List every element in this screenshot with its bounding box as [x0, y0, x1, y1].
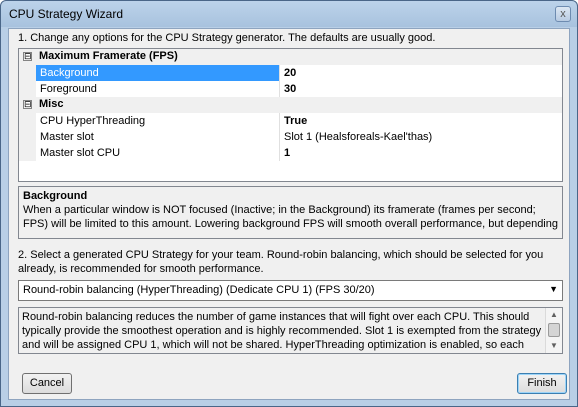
- description-scrollbar[interactable]: ▲ ▼: [545, 308, 562, 353]
- collapse-icon[interactable]: ⊟: [23, 100, 32, 109]
- window-title: CPU Strategy Wizard: [9, 7, 124, 21]
- category-maximum-framerate[interactable]: ⊟ Maximum Framerate (FPS): [19, 49, 562, 65]
- step2-instruction: 2. Select a generated CPU Strategy for y…: [18, 249, 544, 275]
- scroll-down-icon[interactable]: ▼: [546, 339, 562, 353]
- property-value[interactable]: 1: [280, 145, 562, 161]
- title-bar[interactable]: CPU Strategy Wizard x: [1, 1, 577, 28]
- help-description: When a particular window is NOT focused …: [23, 204, 558, 230]
- property-row-cpu-hyperthreading[interactable]: CPU HyperThreading True: [19, 113, 562, 129]
- property-row-foreground[interactable]: Foreground 30: [19, 81, 562, 97]
- scroll-thumb[interactable]: [548, 323, 560, 337]
- property-row-master-slot[interactable]: Master slot Slot 1 (Healsforeals-Kael'th…: [19, 129, 562, 145]
- property-grid: ⊟ Maximum Framerate (FPS) Background 20 …: [18, 48, 563, 182]
- wizard-window: CPU Strategy Wizard x 1. Change any opti…: [0, 0, 578, 407]
- strategy-description-box: Round-robin balancing reduces the number…: [18, 307, 563, 354]
- row-gutter: [19, 145, 36, 161]
- row-gutter: [19, 65, 36, 81]
- property-row-background[interactable]: Background 20: [19, 65, 562, 81]
- collapse-icon[interactable]: ⊟: [23, 52, 32, 61]
- property-name[interactable]: CPU HyperThreading: [36, 113, 279, 129]
- scroll-up-icon[interactable]: ▲: [546, 308, 562, 322]
- property-value[interactable]: 20: [280, 65, 562, 81]
- dropdown-arrow-icon[interactable]: ▼: [549, 284, 558, 294]
- property-value[interactable]: Slot 1 (Healsforeals-Kael'thas): [280, 129, 562, 145]
- help-title: Background: [23, 190, 88, 202]
- category-label: Misc: [39, 98, 64, 110]
- strategy-description: Round-robin balancing reduces the number…: [22, 311, 542, 351]
- property-name[interactable]: Master slot CPU: [36, 145, 279, 161]
- cancel-button[interactable]: Cancel: [22, 373, 72, 394]
- category-label: Maximum Framerate (FPS): [39, 50, 178, 62]
- row-gutter: [19, 129, 36, 145]
- property-name[interactable]: Background: [36, 65, 279, 81]
- close-icon: x: [560, 8, 566, 20]
- strategy-dropdown[interactable]: Round-robin balancing (HyperThreading) (…: [18, 280, 563, 301]
- step1-instruction: 1. Change any options for the CPU Strate…: [18, 32, 436, 44]
- property-value[interactable]: True: [280, 113, 562, 129]
- strategy-selected-value: Round-robin balancing (HyperThreading) (…: [23, 284, 375, 296]
- property-name[interactable]: Master slot: [36, 129, 279, 145]
- dialog-body: 1. Change any options for the CPU Strate…: [8, 28, 570, 400]
- row-gutter: [19, 81, 36, 97]
- close-button[interactable]: x: [555, 6, 571, 22]
- finish-button[interactable]: Finish: [517, 373, 567, 394]
- property-row-master-slot-cpu[interactable]: Master slot CPU 1: [19, 145, 562, 161]
- property-help-panel: Background When a particular window is N…: [18, 186, 563, 239]
- property-name[interactable]: Foreground: [36, 81, 279, 97]
- row-gutter: [19, 113, 36, 129]
- category-misc[interactable]: ⊟ Misc: [19, 97, 562, 113]
- property-value[interactable]: 30: [280, 81, 562, 97]
